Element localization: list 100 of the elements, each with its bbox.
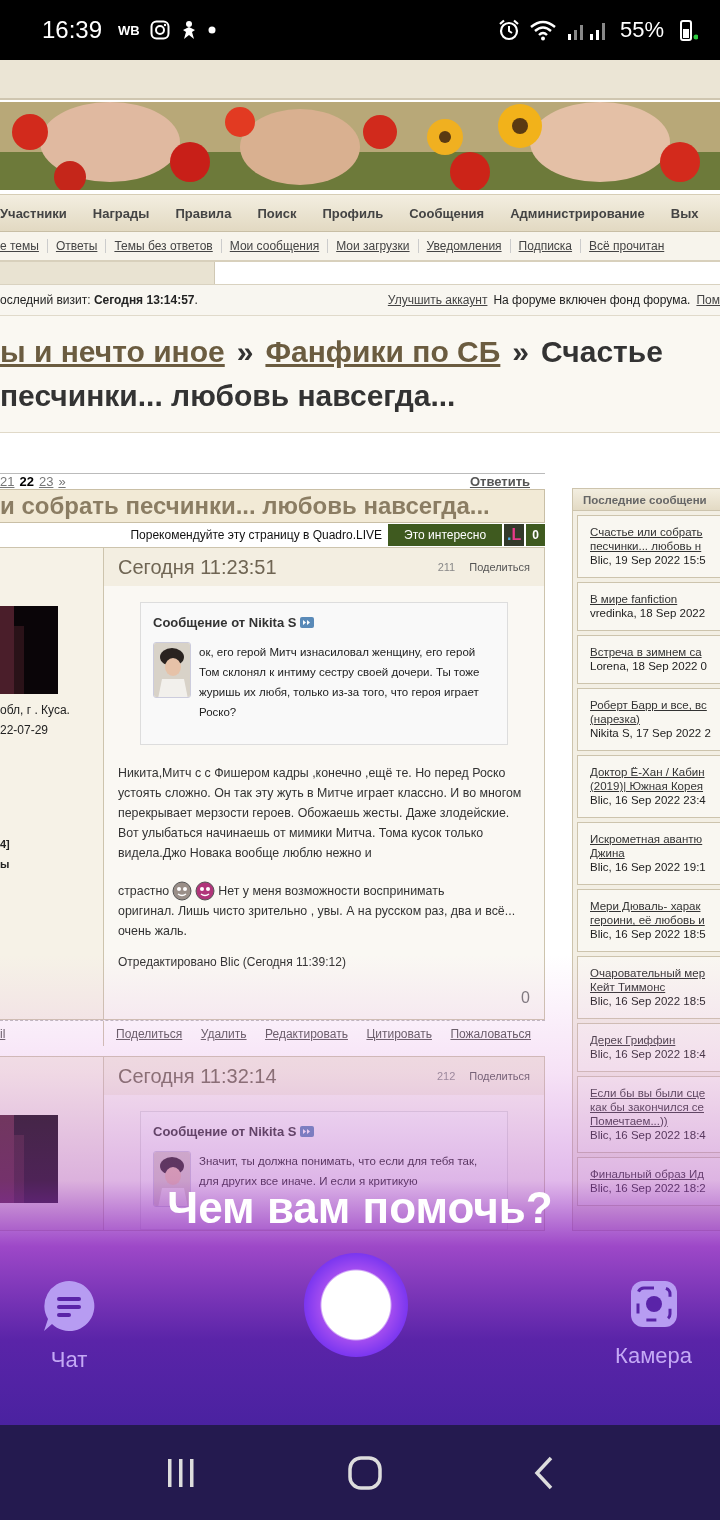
alarm-icon — [497, 19, 520, 41]
nav-link[interactable]: Сообщения — [396, 205, 498, 221]
post-meta: Blic, 19 Sep 2022 15:5 — [590, 553, 707, 567]
user-info: обл, г . Куса. — [0, 702, 71, 719]
subnav-link[interactable]: Ответы — [46, 239, 106, 253]
user-info: 4] — [0, 837, 11, 852]
forward-icon[interactable] — [300, 617, 315, 628]
subnav-link[interactable]: Всё прочитан — [580, 239, 673, 253]
breadcrumb-link[interactable]: Фанфики по СБ — [265, 330, 501, 374]
camera-app-icon — [149, 20, 170, 40]
post-text: Никита,Митч с с Фишером кадры ,конечно ,ещё те. Но перед Роско устоять сложно. Он так эту жуть в Митче играет классно. И во многом перекрывает мерзости героев. Обожаешь жесты. Даже злодейские. Вот улыбаться начинаешь от мимики Митча. Тома кусок только видела.Джо Новака вообще люблю нежно и — [118, 765, 523, 862]
post-meta: Lorena, 18 Sep 2022 0 — [590, 659, 709, 673]
topic-link[interactable]: В мире fanfiction — [590, 592, 720, 606]
chat-icon[interactable] — [42, 1279, 96, 1333]
page-link[interactable]: 21 — [0, 475, 15, 489]
topic-link[interactable]: Дерек Гриффин — [590, 1033, 720, 1047]
quadro-logo: .L — [504, 524, 525, 546]
dot-icon — [207, 26, 216, 34]
post-meta: Blic, 16 Sep 2022 23:4 — [590, 793, 707, 807]
quote-text: ок, его герой Митч изнасиловал женщину, его герой Том склонял к интиму сестру своей дочери. Ты тоже журишь их любя, только из-за того, что героя играет Роско? — [199, 645, 481, 720]
post-action-link[interactable]: Редактировать — [265, 1026, 348, 1041]
user-info: 22-07-29 — [0, 722, 50, 739]
post-meta: Blic, 16 Sep 2022 19:1 — [590, 860, 707, 874]
topic-link[interactable]: Встреча в зимнем са — [590, 645, 720, 659]
post-action-link[interactable]: Удалить — [200, 1026, 247, 1041]
topic-link[interactable]: песчинки... любовь н — [590, 539, 720, 553]
upgrade-link[interactable]: Улучшить аккаунт — [387, 293, 488, 307]
reply-link[interactable]: Ответить — [469, 475, 530, 489]
quote-author: Сообщение от Nikita S — [153, 615, 297, 630]
share-link[interactable]: Поделиться — [469, 561, 530, 573]
topic-title: песчинки... любовь навсегда... — [0, 378, 456, 414]
post-meta: Blic, 16 Sep 2022 18:2 — [590, 1181, 707, 1195]
nav-link[interactable]: Поиск — [244, 205, 310, 221]
topic-link[interactable]: Доктор Ё-Хан / Кабин — [590, 765, 720, 779]
smiley-icon — [172, 881, 193, 901]
wifi-icon — [529, 19, 556, 41]
post-text: оригинал. Лишь чисто зрительно , увы. А на русском раз, два и всё... очень жаль. — [118, 903, 517, 940]
topic-link[interactable]: Мери Дюваль- харак — [590, 899, 720, 913]
share-link[interactable]: Поделиться — [469, 1070, 530, 1082]
subnav-link[interactable]: Темы без ответов — [105, 239, 221, 253]
edited-note: Отредактировано Blic (Сегодня 11:39:12) — [118, 955, 347, 969]
subnav-link[interactable]: Мои сообщения — [220, 239, 328, 253]
topic-link[interactable]: (2019)| Южная Корея — [590, 779, 720, 793]
nav-link[interactable]: Профиль — [309, 205, 397, 221]
topic-link[interactable]: Кейт Тиммонс — [590, 980, 720, 994]
post-meta: vredinka, 18 Sep 2022 — [590, 606, 707, 620]
interest-count: 0 — [526, 524, 545, 546]
topic-link[interactable]: Помечтаем...)) — [590, 1114, 720, 1128]
page-link[interactable]: 23 — [38, 475, 54, 489]
post-meta: Blic, 16 Sep 2022 18:4 — [590, 1128, 707, 1142]
nav-link[interactable]: Награды — [79, 205, 163, 221]
interesting-button[interactable]: Это интересно — [388, 524, 503, 546]
camera-label: Камера — [615, 1343, 692, 1369]
post-action-link[interactable]: Цитировать — [366, 1026, 432, 1041]
page-link[interactable]: 22 — [19, 475, 34, 489]
home-icon[interactable] — [347, 1454, 383, 1491]
topic-link[interactable]: Если бы вы были сце — [590, 1086, 720, 1100]
subnav-link[interactable]: Подписка — [509, 239, 581, 253]
subnav-link[interactable]: Уведомления — [417, 239, 510, 253]
topic-link[interactable]: как бы закончился се — [590, 1100, 720, 1114]
last-visit-text: оследний визит: Сегодня 13:14:57. — [0, 293, 198, 307]
post-meta: Nikita S, 17 Sep 2022 2 — [590, 726, 712, 740]
camera-icon[interactable] — [628, 1279, 679, 1329]
topic-title: Счастье — [541, 334, 663, 370]
topic-heading: и собрать песчинки... любовь навсегда... — [0, 492, 490, 520]
subnav-link[interactable]: Мои загрузки — [327, 239, 418, 253]
post-number: 211 — [437, 561, 456, 573]
nav-link[interactable]: Участники — [0, 205, 80, 221]
post-action-link[interactable]: Пожаловаться — [450, 1026, 531, 1041]
post-text: Нет у меня возможности воспринимать — [218, 883, 445, 900]
fund-notice: На форуме включен фонд форума. — [493, 293, 691, 307]
recommend-text: Порекомендуйте эту страницу в Quadro.LIVE — [130, 528, 383, 542]
chat-label: Чат — [50, 1347, 88, 1373]
post-action-link[interactable]: Поделиться — [116, 1026, 183, 1041]
topic-link[interactable]: Очаровательный мер — [590, 966, 720, 980]
topic-link[interactable]: Счастье или собрать — [590, 525, 720, 539]
topic-link[interactable]: Роберт Барр и все, вс — [590, 698, 720, 712]
topic-link[interactable]: героини, её любовь и — [590, 913, 720, 927]
like-count: 0 — [521, 989, 530, 1007]
post-number: 212 — [436, 1070, 456, 1082]
breadcrumb-separator: » — [236, 334, 254, 370]
post-meta: Blic, 16 Sep 2022 18:5 — [590, 927, 707, 941]
breadcrumb-link[interactable]: ы и нечто иное — [0, 330, 225, 374]
topic-link[interactable]: Финальный образ Ид — [590, 1167, 720, 1181]
page-link[interactable]: » — [58, 475, 66, 489]
topic-link[interactable]: Джина — [590, 846, 720, 860]
post-text: страстно — [118, 883, 170, 900]
subnav-link[interactable]: е темы — [0, 239, 47, 253]
nav-link[interactable]: Правила — [162, 205, 245, 221]
topic-link[interactable]: Искрометная авантю — [590, 832, 720, 846]
user-link[interactable]: il — [0, 1026, 6, 1041]
post-time: Сегодня 11:23:51 — [118, 555, 277, 579]
forward-icon[interactable] — [300, 1126, 315, 1137]
topic-link[interactable]: (нарезка) — [590, 712, 720, 726]
quote-text: Значит, ты должна понимать, что если для тебя так, для других все иначе. И если я критикую — [199, 1154, 479, 1189]
quote-author: Сообщение от Nikita S — [153, 1124, 297, 1139]
nav-link[interactable]: Администрирование — [497, 205, 658, 221]
help-link[interactable]: Пом — [696, 293, 720, 307]
post-time: Сегодня 11:32:14 — [118, 1064, 277, 1088]
nav-link[interactable]: Вых — [657, 205, 712, 221]
